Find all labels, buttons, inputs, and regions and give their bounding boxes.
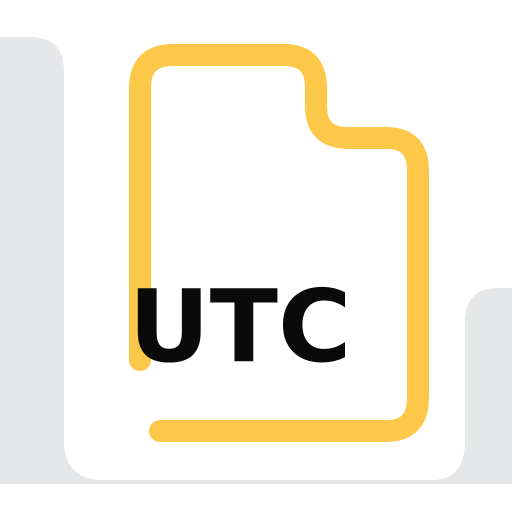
utc-label: UTC (129, 268, 352, 385)
white-card (0, 0, 512, 480)
utc-file-icon: UTC (0, 0, 512, 512)
backdrop-left-strip (0, 37, 64, 484)
file-icon-graphic: UTC (0, 0, 512, 484)
